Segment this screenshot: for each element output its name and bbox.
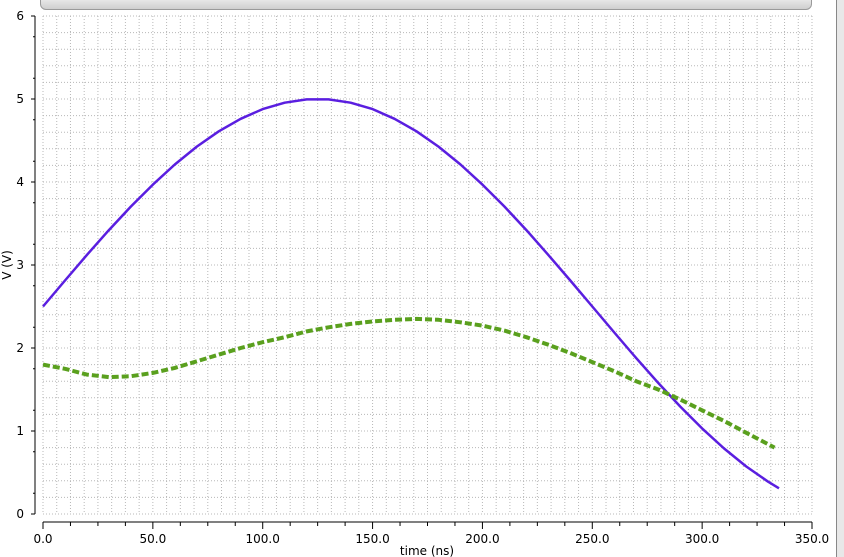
y-tick-label: 3 — [16, 258, 24, 272]
x-tick-label: 150.0 — [355, 532, 389, 546]
waveform-chart: 0 1 2 3 4 5 6 0.0 50.0 100.0 150.0 200.0 250.0 300.0 3… — [0, 9, 829, 557]
x-tick-label: 350.0 — [795, 532, 829, 546]
grid — [42, 15, 813, 515]
y-tick-label: 1 — [16, 424, 24, 438]
y-tick-label: 4 — [16, 175, 24, 189]
x-tick-label: 0.0 — [33, 532, 52, 546]
x-axis-label: time (ns) — [400, 544, 454, 557]
axes: 0 1 2 3 4 5 6 0.0 50.0 100.0 150.0 200.0 250.0 300.0 3… — [16, 9, 829, 546]
series-group — [42, 98, 780, 490]
y-tick-label: 5 — [16, 92, 24, 106]
x-tick-label: 250.0 — [575, 532, 609, 546]
x-tick-label: 100.0 — [246, 532, 280, 546]
y-tick-label: 6 — [16, 9, 24, 23]
series-line-blue — [42, 98, 780, 490]
x-tick-label: 300.0 — [685, 532, 719, 546]
y-tick-label: 2 — [16, 341, 24, 355]
y-tick-label: 0 — [16, 507, 24, 521]
x-tick-label: 200.0 — [465, 532, 499, 546]
y-axis-label: V (V) — [0, 250, 14, 280]
window-edge — [836, 0, 844, 557]
x-tick-label: 50.0 — [139, 532, 166, 546]
series-line-green — [42, 316, 776, 450]
